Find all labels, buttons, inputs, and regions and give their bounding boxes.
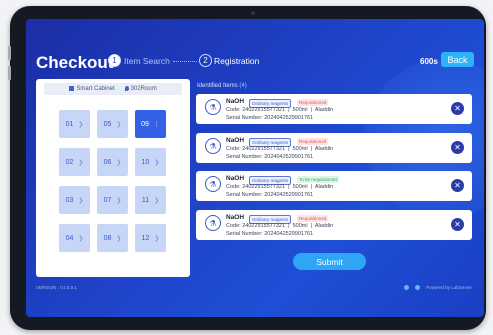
item-code-line: Code: 24022915577321 | 500ml | Aladdin [226,184,334,190]
drawer-12[interactable]: 12 ❯ [135,224,166,252]
item-name: NaOH [226,137,245,144]
identified-items-count: (4) [239,83,247,89]
drawer-09[interactable]: 09 ⋮ [135,110,166,138]
item-code-line: Code: 24022915577321 | 500ml | Aladdin [226,146,334,152]
item-serial-line: Serial Number: 2024042529901761 [226,192,314,198]
sync-icon [404,285,410,290]
drawer-11[interactable]: 11 ❯ [135,186,166,214]
drawer-07[interactable]: 07 ❯ [97,186,128,214]
item-code-line: Code: 24022915577321 | 500ml | Aladdin [226,223,334,229]
item-serial: 2024042529901761 [264,192,314,198]
drawer-10[interactable]: 10 ❯ [135,148,166,176]
item-card[interactable]: ⚗ NaOH Ordinary reagents Requisitioned C… [196,133,472,163]
status-badge: To be requisitioned [297,176,339,183]
item-card[interactable]: ⚗ NaOH Ordinary reagents Requisitioned C… [196,94,472,124]
footer-status: Powered by LabServer [404,285,472,290]
remove-item-button[interactable]: ✕ [451,218,464,231]
item-volume: 500ml [292,184,308,190]
cabinet-name-group: Smart Cabinet [69,85,115,93]
drawer-04[interactable]: 04 ❯ [59,224,90,252]
item-name: NaOH [226,214,245,221]
room-name: 302Room [130,86,157,93]
step-2-label: Registration [214,56,260,66]
drawer-06[interactable]: 06 ❯ [97,148,128,176]
cabinet-name: Smart Cabinet [76,86,115,93]
item-vendor: Aladdin [314,107,334,113]
back-button[interactable]: Back [441,52,474,67]
page-title: Checkout [36,53,114,72]
remove-item-button[interactable]: ✕ [451,141,464,154]
item-name: NaOH [226,175,245,182]
version-label: VERSION : V1.0.0.1 [36,285,77,290]
item-card[interactable]: ⚗ NaOH Ordinary reagents To be requisiti… [196,171,472,201]
app-screen: Checkout 1 Item Search 2 Registration 60… [26,19,484,317]
step-1-label: Item Search [124,56,170,66]
step-1-indicator: 1 [108,54,121,67]
item-vendor: Aladdin [314,223,334,229]
step-connector [173,61,197,62]
item-vendor: Aladdin [314,184,334,190]
countdown-timer: 600s [420,57,438,66]
item-serial-line: Serial Number: 2024042529901761 [226,115,314,121]
status-badge: Requisitioned [297,138,329,145]
item-serial-line: Serial Number: 2024042529901761 [226,154,314,160]
status-badge: Requisitioned [297,215,329,222]
flask-icon: ⚗ [205,215,221,231]
drawer-05[interactable]: 05 ❯ [97,110,128,138]
drawer-08[interactable]: 08 ❯ [97,224,128,252]
side-button [8,46,11,60]
flask-icon: ⚗ [205,99,221,115]
item-code-line: Code: 24022915577321 | 500ml | Aladdin [226,107,334,113]
drawer-01[interactable]: 01 ❯ [59,110,90,138]
item-serial: 2024042529901761 [264,115,314,121]
item-volume: 500ml [292,107,308,113]
step-2-indicator: 2 [199,54,212,67]
status-badge: Requisitioned [297,99,329,106]
flask-icon: ⚗ [205,176,221,192]
item-card[interactable]: ⚗ NaOH Ordinary reagents Requisitioned C… [196,210,472,240]
item-serial-line: Serial Number: 2024042529901761 [226,231,314,237]
camera-dot [251,11,255,15]
cabinet-panel: Smart Cabinet 302Room 01 ❯ 05 ❯ 09 ⋮ 02 ❯ 06… [36,79,190,277]
room-group: 302Room [124,85,157,93]
item-volume: 500ml [292,223,308,229]
item-serial: 2024042529901761 [264,231,314,237]
location-icon [124,85,129,91]
wifi-icon [415,285,421,290]
item-vendor: Aladdin [314,146,334,152]
remove-item-button[interactable]: ✕ [451,179,464,192]
flask-icon: ⚗ [205,138,221,154]
item-name: NaOH [226,98,245,105]
powered-by-label: Powered by LabServer [426,285,472,290]
identified-items-title: Identified Items (4) [197,83,247,89]
item-code: 24022915577321 [242,107,286,113]
identified-items-label: Identified Items [197,83,238,89]
remove-item-button[interactable]: ✕ [451,102,464,115]
drawer-03[interactable]: 03 ❯ [59,186,90,214]
cabinet-header: Smart Cabinet 302Room [44,83,182,95]
item-code: 24022915577321 [242,184,286,190]
drawer-02[interactable]: 02 ❯ [59,148,90,176]
item-volume: 500ml [292,146,308,152]
item-serial: 2024042529901761 [264,154,314,160]
submit-button[interactable]: Submit [293,253,366,270]
item-code: 24022915577321 [242,146,286,152]
drawer-grid: 01 ❯ 05 ❯ 09 ⋮ 02 ❯ 06 ❯ 10 ❯ 03 ❯ 07 ❯ 11 ❯ 04 ❯ … [59,110,167,270]
item-code: 24022915577321 [242,223,286,229]
side-button [8,66,11,80]
cabinet-icon [69,85,75,91]
